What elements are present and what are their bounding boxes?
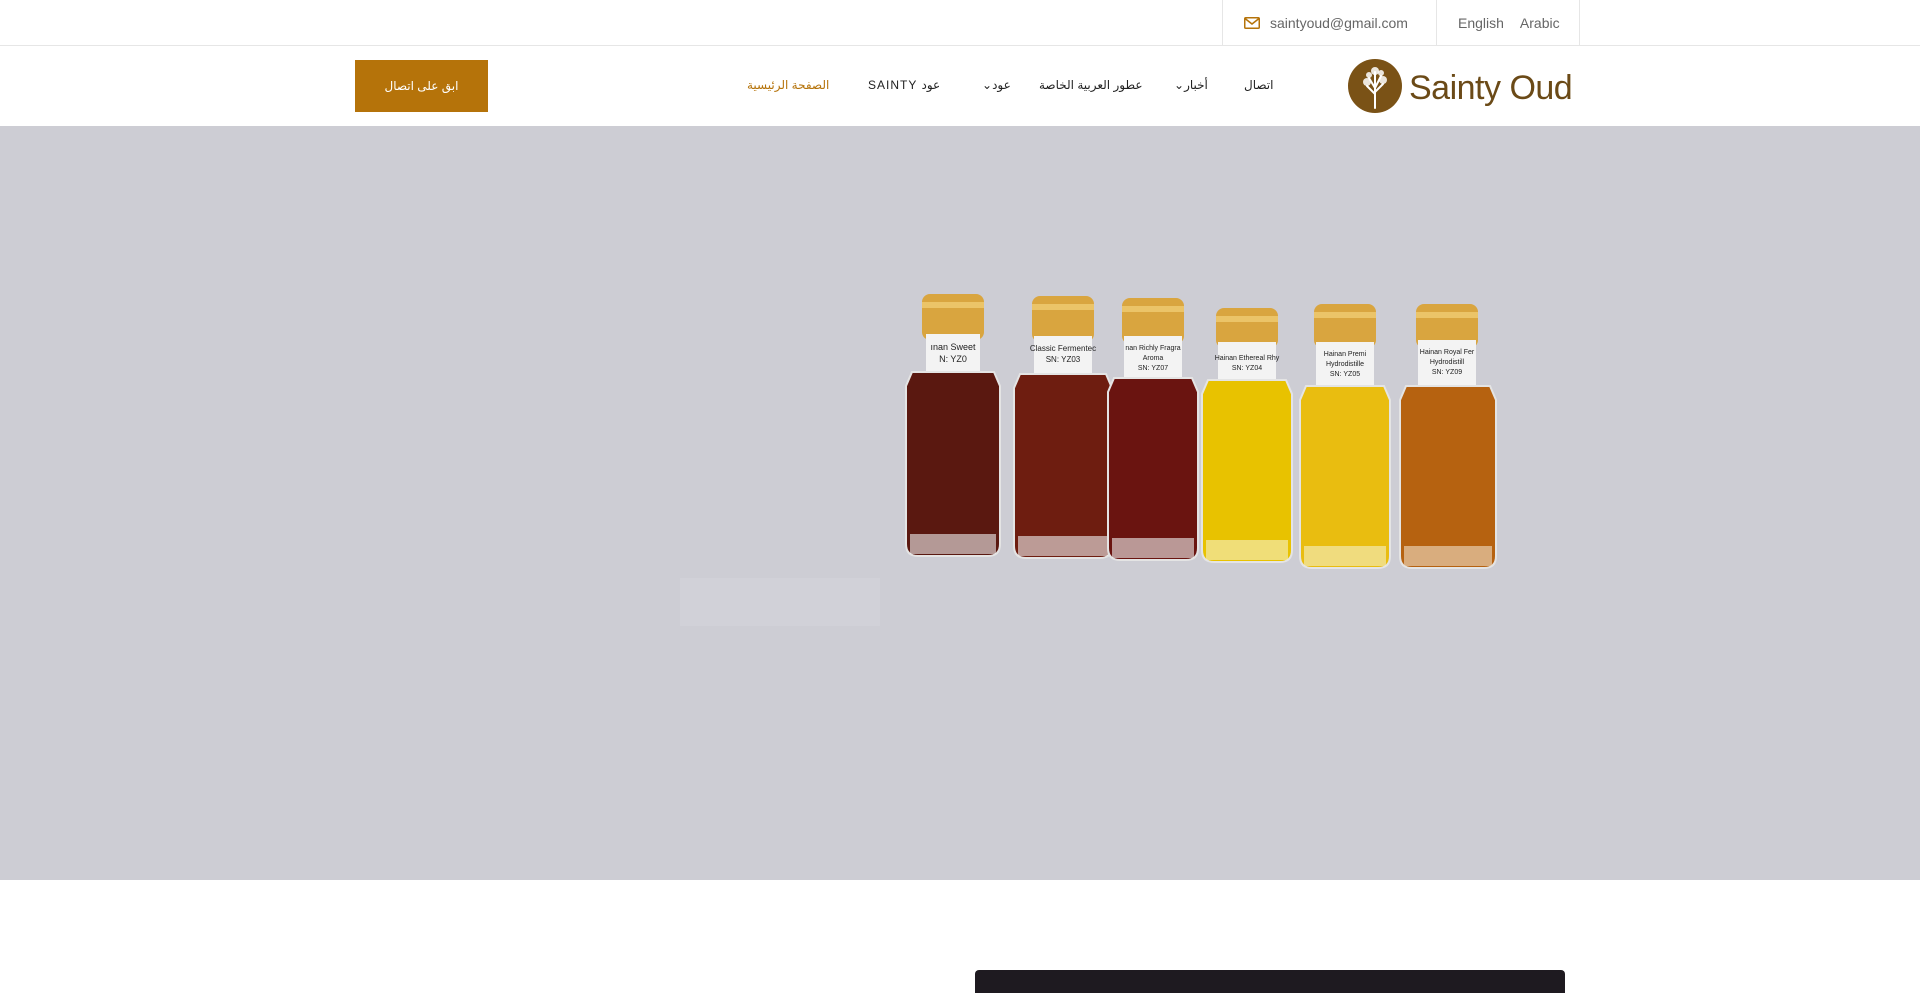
bottle-4-label-1: Hainan Ethereal Rhy [1215, 355, 1280, 362]
nav-home[interactable]: الصفحة الرئيسية [747, 78, 829, 92]
envelope-icon [1244, 17, 1260, 29]
main-header: ابق على اتصال الصفحة الرئيسية SAINTY عود… [0, 46, 1920, 126]
bottle-2: Classic Fermentec SN: YZ03 [1013, 296, 1113, 559]
logo-text: Sainty Oud [1409, 69, 1573, 107]
email-text[interactable]: saintyoud@gmail.com [1270, 15, 1408, 31]
bottle-6: Hainan Royal Fer Hydrodistill SN: YZ09 [1399, 304, 1497, 569]
contact-us-button[interactable]: ابق على اتصال [355, 60, 488, 112]
topbar-divider [1579, 0, 1580, 46]
nav-contact[interactable]: اتصال [1244, 78, 1273, 92]
lang-english[interactable]: English [1458, 15, 1504, 31]
nav-sainty-oud[interactable]: SAINTY عود [868, 78, 940, 92]
bottle-1: ınan Sweet N: YZ0 [905, 294, 1001, 557]
topbar-divider [1222, 0, 1223, 46]
top-bar: saintyoud@gmail.com English Arabic [0, 0, 1920, 46]
nav-arabic-perfumes[interactable]: عطور العربية الخاصة [1039, 78, 1142, 92]
tree-icon [1347, 58, 1403, 119]
bottle-1-label-1: ınan Sweet [930, 342, 976, 352]
bottle-3-label-3: SN: YZ07 [1138, 365, 1168, 372]
nav-news-dropdown[interactable]: ⌄أخبار [1174, 78, 1208, 92]
bottle-3: nan Richly Fragra Aroma SN: YZ07 [1107, 298, 1199, 561]
bottle-5-label-2: Hydrodistille [1326, 361, 1364, 368]
bottle-5: Hainan Premi Hydrodistille SN: YZ05 [1299, 304, 1391, 569]
bottle-6-label-3: SN: YZ09 [1432, 369, 1462, 376]
hero-ghost-button[interactable] [680, 578, 880, 626]
hero-banner: ınan Sweet N: YZ0 Classic Fermentec SN: … [0, 126, 1920, 880]
oud-oil-bottles-image: ınan Sweet N: YZ0 Classic Fermentec SN: … [905, 294, 1497, 569]
nav-oud-dropdown[interactable]: ⌄عود [982, 78, 1011, 92]
bottle-1-label-2: N: YZ0 [939, 354, 967, 364]
topbar-divider [1436, 0, 1437, 46]
language-switcher: English Arabic [1458, 0, 1560, 46]
bottle-5-label-3: SN: YZ05 [1330, 371, 1360, 378]
contact-email[interactable]: saintyoud@gmail.com [1244, 0, 1408, 46]
bottle-4: Hainan Ethereal Rhy SN: YZ04 [1201, 308, 1293, 563]
bottle-6-label-2: Hydrodistill [1430, 359, 1465, 366]
lang-arabic[interactable]: Arabic [1520, 15, 1560, 31]
bottle-3-label-1: nan Richly Fragra [1125, 345, 1180, 352]
bottle-6-label-1: Hainan Royal Fer [1420, 349, 1475, 356]
site-logo[interactable]: Sainty Oud [1347, 58, 1573, 119]
video-thumbnail[interactable] [975, 970, 1565, 993]
bottle-5-label-1: Hainan Premi [1324, 351, 1367, 358]
bottle-2-label-2: SN: YZ03 [1046, 355, 1081, 364]
bottle-3-label-2: Aroma [1143, 355, 1164, 362]
bottle-2-label-1: Classic Fermentec [1030, 344, 1096, 353]
bottle-4-label-2: SN: YZ04 [1232, 365, 1262, 372]
